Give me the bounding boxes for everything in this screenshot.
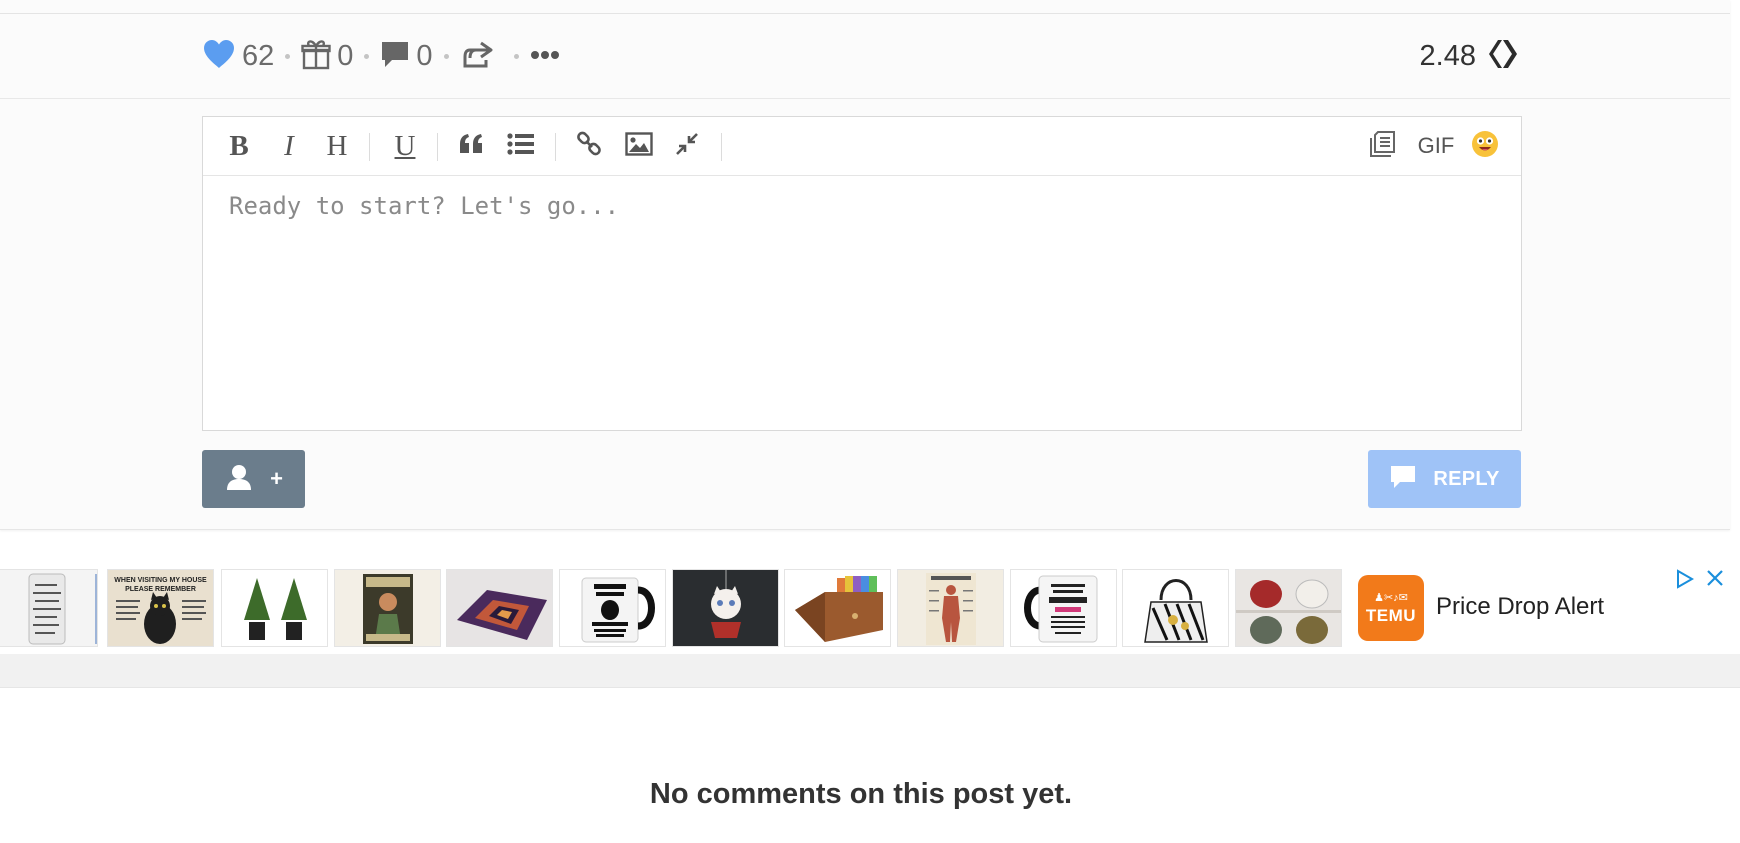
ad-thumbnail-coin-wallet[interactable] — [784, 569, 891, 647]
temu-logo[interactable]: ♟✂♪✉ TEMU — [1358, 575, 1424, 641]
reply-button[interactable]: REPLY — [1368, 450, 1521, 508]
snippets-button[interactable] — [1365, 129, 1401, 163]
comment-button[interactable]: 0 — [380, 39, 433, 74]
add-user-icon — [224, 463, 256, 496]
gift-count: 0 — [337, 39, 354, 72]
separator-dot — [443, 53, 449, 59]
comment-icon — [380, 39, 410, 74]
italic-label: I — [284, 129, 294, 162]
vote-button[interactable]: 62 — [202, 38, 274, 75]
snippets-icon — [1368, 130, 1398, 163]
post-panel: 62 0 0 2.48 B I H U GIF Ready to start? … — [0, 0, 1730, 530]
ad-thumbnail-zebra-bag[interactable] — [1122, 569, 1229, 647]
comment-icon — [1389, 464, 1417, 495]
comment-editor: B I H U GIF Ready to start? Let's go... — [202, 116, 1522, 431]
ad-thumbnail-brother-mug[interactable] — [1010, 569, 1117, 647]
share-icon — [460, 39, 494, 74]
payout[interactable]: 2.48 — [1420, 36, 1522, 76]
ad-thumbnail-teapots[interactable] — [1235, 569, 1342, 647]
ad-thumbnail-cat-ornament[interactable] — [672, 569, 779, 647]
divider — [0, 13, 1730, 14]
link-button[interactable] — [571, 129, 607, 163]
ad-thumbnail-vintage-poster[interactable] — [334, 569, 441, 647]
temu-logo-icons: ♟✂♪✉ — [1374, 591, 1408, 604]
gif-label: GIF — [1417, 133, 1455, 158]
bold-label: B — [229, 129, 249, 162]
toolbar-separator — [369, 133, 370, 161]
empty-comments-message: No comments on this post yet. — [649, 778, 1073, 810]
ad-thumbnail-cat-sign[interactable]: WHEN VISITING MY HOUSE PLEASE REMEMBER — [107, 569, 214, 647]
ad-thumbnail-optical-rug[interactable] — [446, 569, 553, 647]
collapse-icon — [675, 132, 699, 161]
separator-dot — [513, 53, 519, 59]
comment-count: 0 — [416, 39, 433, 72]
divider — [0, 98, 1730, 99]
heading-label: H — [326, 129, 348, 162]
image-button[interactable] — [621, 129, 657, 163]
ad-thumbnail-anatomy-poster[interactable] — [897, 569, 1004, 647]
more-icon — [530, 47, 560, 65]
ad-thumbnail-tumbler[interactable] — [0, 569, 98, 647]
underline-button[interactable]: U — [387, 129, 423, 163]
gift-icon — [301, 38, 331, 75]
separator-dot — [364, 53, 370, 59]
temu-brand: TEMU — [1365, 605, 1417, 625]
collapse-button[interactable] — [669, 129, 705, 163]
comment-textarea[interactable]: Ready to start? Let's go... — [203, 176, 1521, 430]
toolbar-separator — [721, 133, 722, 161]
mention-user-button[interactable]: + — [202, 450, 305, 508]
heart-icon — [202, 38, 236, 75]
vote-count: 62 — [242, 39, 275, 72]
toolbar-separator — [555, 133, 556, 161]
ad-banner[interactable]: WHEN VISITING MY HOUSE PLEASE REMEMBER ♟… — [0, 563, 1740, 654]
share-button[interactable] — [460, 39, 494, 74]
close-icon[interactable] — [1706, 569, 1724, 592]
quote-icon — [458, 133, 484, 160]
list-button[interactable] — [503, 129, 539, 163]
bold-button[interactable]: B — [221, 129, 257, 163]
image-icon — [625, 131, 653, 161]
emoji-icon — [1471, 130, 1499, 163]
ad-choices-icon[interactable] — [1675, 569, 1695, 594]
underline-label: U — [394, 129, 416, 162]
ad-thumbnail-black-mug[interactable] — [559, 569, 666, 647]
editor-toolbar: B I H U GIF — [203, 117, 1521, 176]
emoji-button[interactable] — [1467, 129, 1503, 163]
separator-dot — [285, 53, 291, 59]
quote-button[interactable] — [453, 129, 489, 163]
reply-label: REPLY — [1433, 467, 1500, 490]
toolbar-separator — [437, 133, 438, 161]
italic-button[interactable]: I — [271, 129, 307, 163]
link-icon — [576, 131, 602, 162]
hive-icon — [1488, 39, 1522, 74]
post-actions-bar: 62 0 0 2.48 — [202, 36, 1522, 76]
heading-button[interactable]: H — [319, 129, 355, 163]
ad-strip-footer — [0, 654, 1740, 688]
more-button[interactable] — [530, 47, 560, 65]
list-icon — [507, 132, 535, 160]
payout-amount: 2.48 — [1419, 39, 1476, 72]
mention-plus: + — [270, 466, 283, 491]
gift-button[interactable]: 0 — [301, 38, 353, 75]
page: 62 0 0 2.48 B I H U GIF Ready to start? … — [0, 0, 1740, 843]
textarea-placeholder: Ready to start? Let's go... — [229, 192, 620, 220]
ad-title[interactable]: Price Drop Alert — [1436, 593, 1604, 621]
gif-button[interactable]: GIF — [1411, 129, 1461, 163]
ad-thumbnail-topiary-trees[interactable] — [221, 569, 328, 647]
